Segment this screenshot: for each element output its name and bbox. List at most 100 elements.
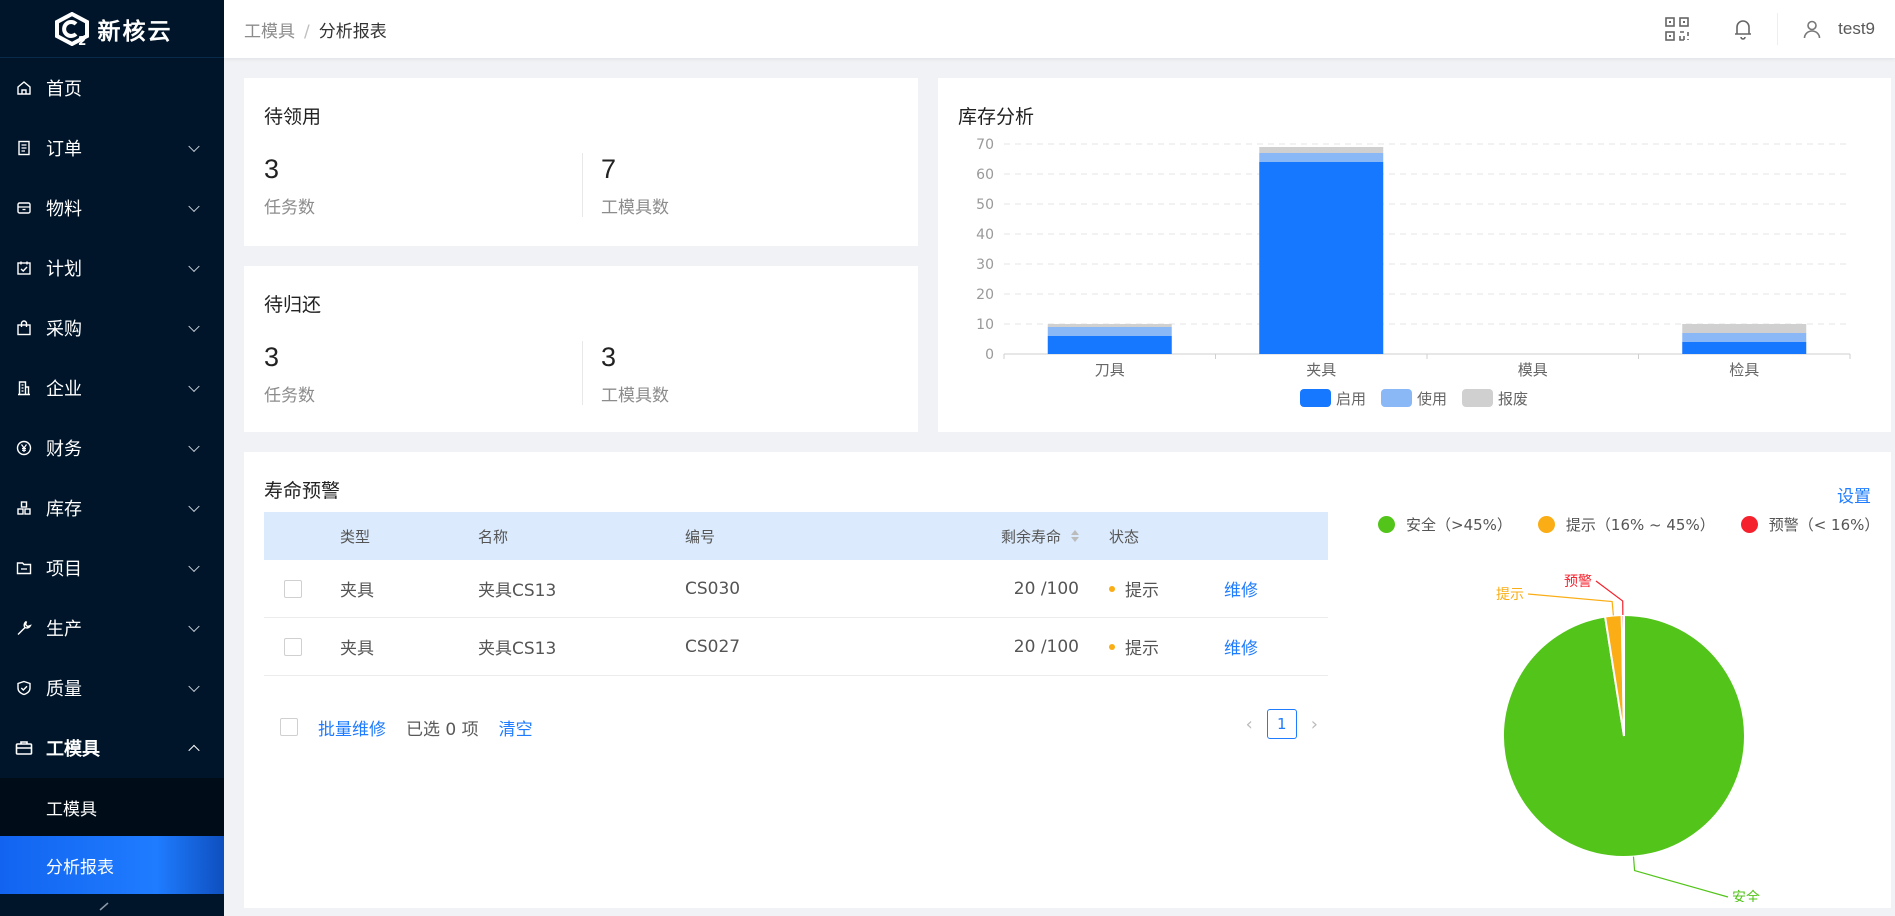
- collapse-arrow-icon[interactable]: [96, 895, 116, 916]
- legend-swatch: [1740, 516, 1758, 533]
- bell-icon[interactable]: [1729, 15, 1757, 43]
- prev-page-icon[interactable]: ‹: [1246, 714, 1253, 735]
- chevron-down-icon: [188, 380, 200, 393]
- sidebar-item-purchase[interactable]: 采购: [0, 298, 224, 358]
- shield-check-icon: [15, 679, 33, 697]
- logo-icon: 2: [54, 11, 89, 46]
- legend-item-warning[interactable]: 预警（< 16%）: [1740, 514, 1879, 535]
- sidebar-item-label: 首页: [46, 79, 82, 100]
- x-tick-label: 刀具: [1095, 361, 1125, 379]
- sidebar-item-label: 企业: [46, 379, 82, 400]
- bar-报废[interactable]: [1682, 324, 1807, 333]
- breadcrumb-item-tooling[interactable]: 工模具: [244, 22, 295, 42]
- sidebar-item-inventory[interactable]: 库存: [0, 478, 224, 538]
- bar-启用[interactable]: [1259, 162, 1384, 354]
- life-warning-card: 寿命预警 设置 类型 名称 编号 剩余寿命 状态 夹具 夹具CS13 CS030…: [244, 452, 1891, 908]
- top-header: 工模具 / 分析报表 test9: [224, 0, 1895, 58]
- bar-报废[interactable]: [1047, 324, 1172, 327]
- user-menu[interactable]: test9: [1778, 15, 1895, 43]
- table-footer: 批量维修 已选 0 项 清空 ‹ 1 ›: [264, 709, 1328, 745]
- repair-link[interactable]: 维修: [1224, 634, 1328, 659]
- sidebar-item-tooling[interactable]: 工模具: [0, 718, 224, 778]
- chevron-down-icon: [188, 680, 200, 693]
- sidebar-menu: 首页 订单 物料 计划 采购 企业 财务 库存 项目 生产 质量 工模具: [0, 58, 224, 778]
- sidebar-item-enterprise[interactable]: 企业: [0, 358, 224, 418]
- sidebar-item-materials[interactable]: 物料: [0, 178, 224, 238]
- sidebar-item-label: 工模具: [46, 739, 100, 760]
- pie-label-line: [1632, 856, 1729, 898]
- sort-icon[interactable]: [1071, 530, 1079, 542]
- submenu-item-analysis-report[interactable]: 分析报表: [0, 836, 224, 894]
- svg-text:2: 2: [78, 34, 86, 46]
- bar-启用[interactable]: [1682, 342, 1807, 354]
- batch-repair-button[interactable]: 批量维修: [318, 715, 386, 740]
- bar-使用[interactable]: [1682, 333, 1807, 342]
- cell-name: 夹具CS13: [478, 639, 557, 659]
- bar-报废[interactable]: [1259, 147, 1384, 153]
- wrench-icon: [15, 619, 33, 637]
- chevron-down-icon: [188, 320, 200, 333]
- sidebar-item-label: 生产: [46, 619, 82, 640]
- y-tick-label: 10: [976, 317, 994, 333]
- life-warning-title: 寿命预警: [264, 480, 341, 502]
- y-tick-label: 40: [976, 227, 994, 243]
- column-header-status: 状态: [1109, 527, 1140, 546]
- y-tick-label: 60: [976, 167, 994, 183]
- legend-swatch[interactable]: [1462, 389, 1493, 407]
- pending-return-card: 待归还 3 任务数 3 工模具数: [244, 266, 918, 432]
- pie-label: 预警: [1564, 574, 1592, 590]
- next-page-icon[interactable]: ›: [1311, 714, 1318, 735]
- sidebar-item-finance[interactable]: 财务: [0, 418, 224, 478]
- cell-code: CS027: [685, 636, 741, 657]
- bar-使用[interactable]: [1259, 153, 1384, 162]
- legend-item-safe[interactable]: 安全（>45%）: [1378, 514, 1512, 535]
- sidebar-item-label: 财务: [46, 439, 82, 460]
- shopping-bag-icon: [15, 319, 33, 337]
- legend-swatch[interactable]: [1381, 389, 1412, 407]
- sidebar-item-production[interactable]: 生产: [0, 598, 224, 658]
- clear-selection-button[interactable]: 清空: [499, 715, 533, 740]
- cell-name: 夹具CS13: [478, 581, 557, 601]
- qrcode-icon[interactable]: [1663, 15, 1691, 43]
- pending-receive-card: 待领用 3 任务数 7 工模具数: [244, 78, 918, 246]
- row-checkbox[interactable]: [284, 579, 302, 598]
- page-number-current[interactable]: 1: [1266, 709, 1297, 739]
- legend-label: 使用: [1417, 390, 1447, 408]
- bar-使用[interactable]: [1047, 327, 1172, 336]
- breadcrumb-separator: /: [304, 21, 310, 42]
- task-count: 3: [264, 342, 280, 372]
- legend-item-notice[interactable]: 提示（16% ~ 45%）: [1537, 514, 1715, 535]
- cell-status: 提示: [1079, 634, 1224, 659]
- sidebar-item-plan[interactable]: 计划: [0, 238, 224, 298]
- bar-启用[interactable]: [1047, 336, 1172, 354]
- pagination: ‹ 1 ›: [1246, 709, 1318, 739]
- task-count: 3: [264, 154, 280, 184]
- legend-swatch[interactable]: [1300, 389, 1331, 407]
- sidebar-item-home[interactable]: 首页: [0, 58, 224, 118]
- row-checkbox[interactable]: [284, 637, 302, 656]
- y-tick-label: 0: [985, 347, 994, 363]
- yen-icon: [15, 439, 33, 457]
- settings-link[interactable]: 设置: [1837, 482, 1871, 507]
- cell-remaining-life-value: 20 /100: [1013, 578, 1079, 599]
- legend-swatch: [1537, 516, 1555, 533]
- tool-count-label: 工模具数: [601, 386, 669, 406]
- select-all-checkbox[interactable]: [280, 718, 298, 736]
- repair-link[interactable]: 维修: [1224, 576, 1328, 601]
- app-logo[interactable]: 2 新核云: [0, 0, 224, 58]
- cell-code: CS030: [685, 578, 741, 599]
- chevron-down-icon: [188, 260, 200, 273]
- user-icon: [1798, 15, 1826, 43]
- sidebar-item-quality[interactable]: 质量: [0, 658, 224, 718]
- submenu-item-tooling[interactable]: 工模具: [0, 778, 224, 836]
- cell-remaining-life: 20 /100: [875, 579, 1079, 599]
- column-header-remaining-life[interactable]: 剩余寿命: [875, 526, 1079, 547]
- sidebar-item-label: 计划: [46, 259, 82, 280]
- sidebar-item-orders[interactable]: 订单: [0, 118, 224, 178]
- stat-divider: [582, 153, 583, 217]
- home-icon: [15, 79, 33, 97]
- tool-count: 3: [601, 342, 617, 372]
- sidebar-item-label: 库存: [46, 499, 82, 520]
- sidebar-item-project[interactable]: 项目: [0, 538, 224, 598]
- box-icon: [15, 199, 33, 217]
